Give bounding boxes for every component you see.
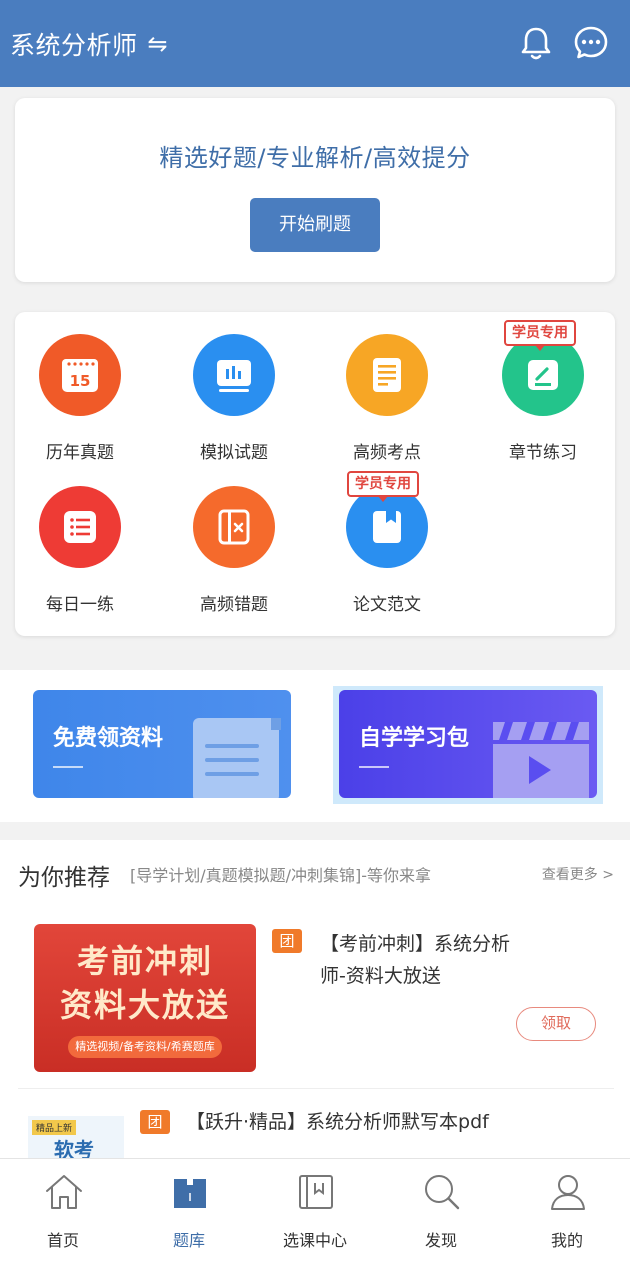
calendar-icon: 15 (39, 334, 121, 416)
chat-bubble-icon[interactable] (572, 24, 610, 62)
student-only-badge: 学员专用 (347, 471, 419, 502)
tab-label: 我的 (550, 1231, 583, 1250)
group-buy-tag: 团 (272, 929, 302, 953)
grid-item-label: 历年真题 (46, 443, 114, 463)
swap-subject-icon[interactable]: ⇋ (148, 30, 168, 58)
promo-row: 免费领资料 自学学习包 (0, 670, 630, 822)
tab-mine[interactable]: 我的 (504, 1159, 630, 1280)
bottom-tab-bar: 首页 题库 选课中心 发现 我的 (0, 1158, 630, 1280)
item-title-line1: 【考前冲刺】系统分析 (320, 933, 511, 955)
hero-slogan: 精选好题/专业解析/高效提分 (159, 144, 471, 172)
wrong-book-icon (193, 486, 275, 568)
item-title-line2: 师-资料大放送 (320, 965, 441, 987)
recommend-heading: 为你推荐 (18, 865, 110, 891)
tab-discover[interactable]: 发现 (378, 1159, 504, 1280)
grid-item-daily-practice[interactable]: 每日一练 (15, 464, 165, 615)
tab-label: 发现 (424, 1231, 457, 1250)
group-buy-tag: 团 (140, 1110, 170, 1134)
see-more-link[interactable]: 查看更多 > (542, 864, 614, 884)
function-grid: 15 历年真题 模拟试题 高频考点 章节练习 学员专用 每日一练 高频错题 论文… (15, 312, 615, 636)
recommend-subheading: [导学计划/真题模拟题/冲刺集锦]-等你来拿 (130, 866, 432, 885)
tab-label: 首页 (46, 1231, 79, 1250)
free-materials-banner[interactable]: 免费领资料 (33, 690, 291, 798)
top-bar: 系统分析师 ⇋ (0, 0, 630, 87)
subject-title[interactable]: 系统分析师 (10, 26, 138, 62)
grid-item-label: 论文范文 (353, 595, 421, 615)
grid-item-wrong-questions[interactable]: 高频错题 (169, 464, 319, 615)
document-icon (193, 718, 281, 798)
question-bank-icon (174, 1179, 206, 1208)
promo-title: 免费领资料 (53, 726, 164, 751)
promo-dash (53, 766, 83, 768)
tab-question-bank[interactable]: 题库 (126, 1159, 252, 1280)
promo-dash (359, 766, 389, 768)
student-only-badge: 学员专用 (504, 320, 576, 351)
recommend-section: 为你推荐 [导学计划/真题模拟题/冲刺集锦]-等你来拿 查看更多 > 考前冲刺 … (0, 840, 630, 1176)
promo-title: 自学学习包 (359, 726, 470, 751)
video-clapper-icon (493, 722, 589, 798)
home-icon (46, 1175, 82, 1209)
search-discover-icon (425, 1175, 460, 1210)
cover-line2: 资料大放送 (59, 986, 230, 1024)
self-study-pack-banner[interactable]: 自学学习包 (339, 690, 597, 798)
item-title[interactable]: 【考前冲刺】系统分析 师-资料大放送 (320, 928, 510, 992)
tab-label: 选课中心 (282, 1231, 347, 1250)
bell-icon[interactable] (517, 24, 555, 62)
grid-item-label: 模拟试题 (200, 443, 268, 463)
grid-item-past-exams[interactable]: 15 历年真题 (15, 312, 165, 463)
item-title[interactable]: 【跃升·精品】系统分析师默写本pdf (186, 1106, 489, 1138)
item-cover-image[interactable]: 考前冲刺 资料大放送 精选视频/备考资料/希赛题库 (34, 924, 256, 1072)
tab-label: 题库 (172, 1231, 205, 1250)
tab-course-center[interactable]: 选课中心 (252, 1159, 378, 1280)
hero-card: 精选好题/专业解析/高效提分 开始刷题 (15, 98, 615, 282)
start-practice-button[interactable]: 开始刷题 (250, 198, 380, 252)
document-list-icon (346, 334, 428, 416)
calendar-day: 15 (70, 372, 91, 390)
grid-item-label: 高频考点 (353, 443, 421, 463)
new-tag: 精品上新 (32, 1120, 77, 1135)
claim-button[interactable]: 领取 (516, 1007, 596, 1041)
grid-item-label: 每日一练 (46, 595, 114, 615)
user-icon (551, 1175, 585, 1210)
divider (18, 1088, 614, 1089)
grid-item-key-points[interactable]: 高频考点 (322, 312, 472, 463)
cover-line1: 考前冲刺 (76, 942, 213, 980)
list-icon (39, 486, 121, 568)
course-center-icon (299, 1175, 333, 1209)
cover-line3: 精选视频/备考资料/希赛题库 (68, 1036, 222, 1058)
chart-board-icon (193, 334, 275, 416)
grid-item-label: 高频错题 (200, 595, 268, 615)
grid-item-label: 章节练习 (509, 443, 577, 463)
tab-home[interactable]: 首页 (0, 1159, 126, 1280)
grid-item-mock-exams[interactable]: 模拟试题 (169, 312, 319, 463)
